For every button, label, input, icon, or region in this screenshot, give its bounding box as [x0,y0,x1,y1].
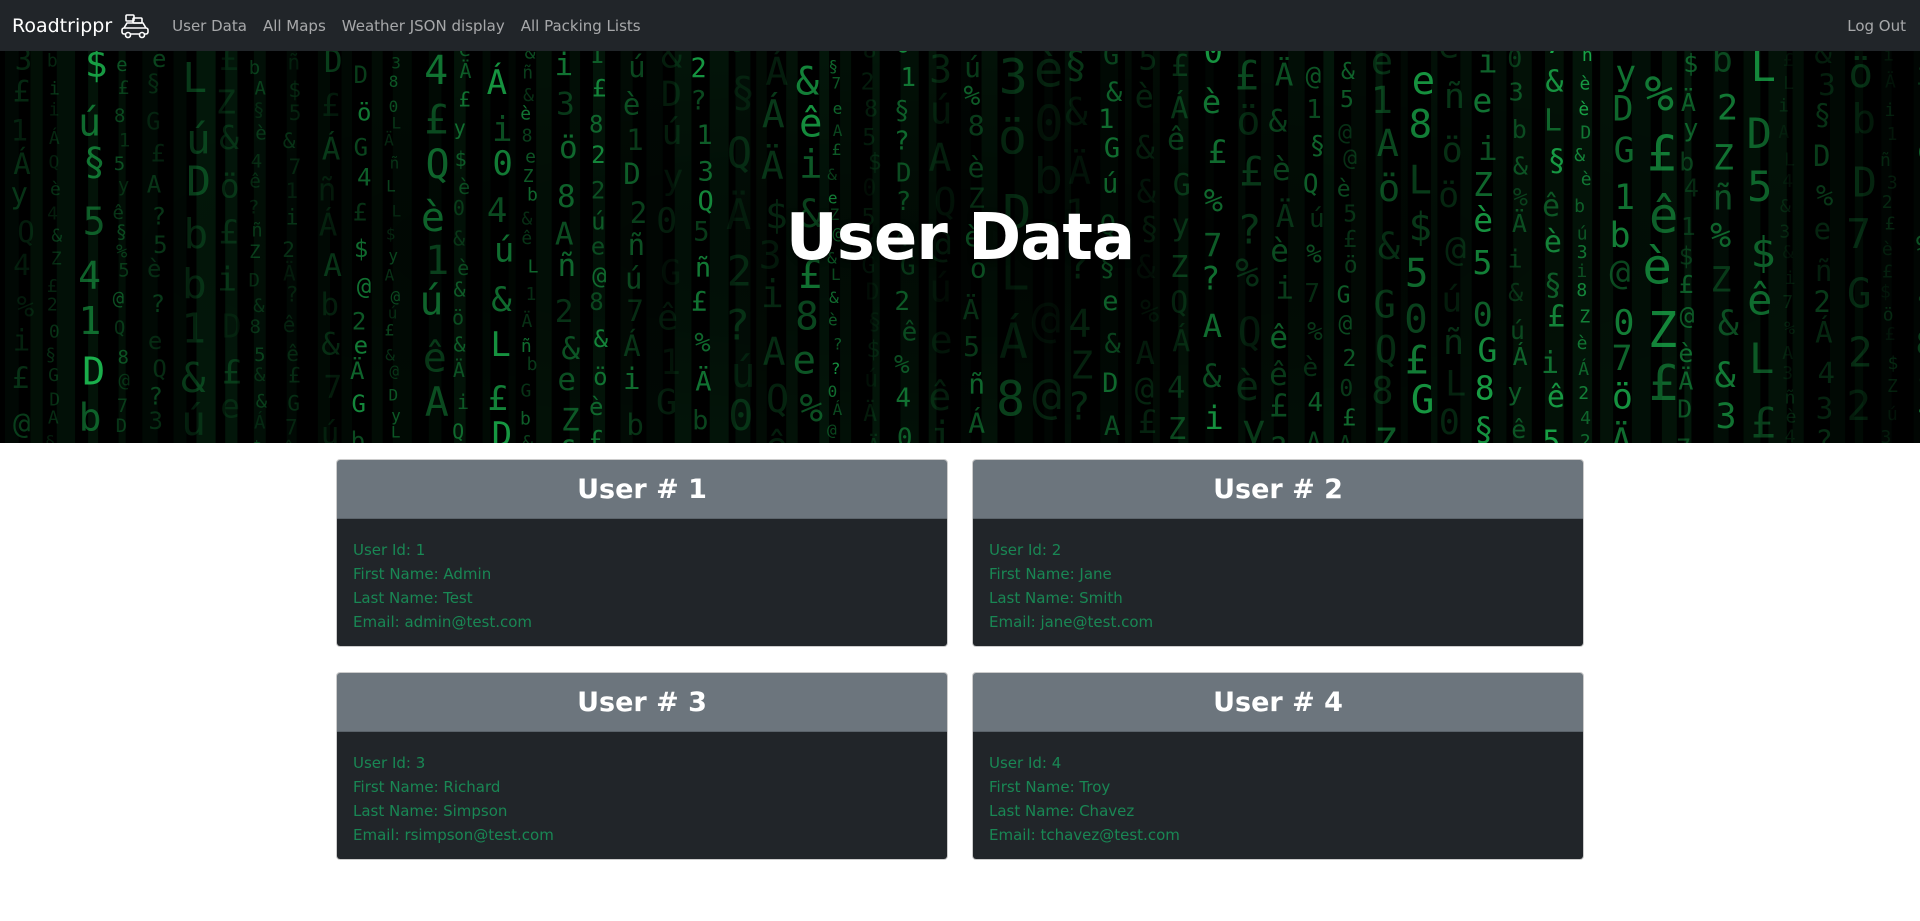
card-header: User # 2 [973,460,1583,519]
first-name-field: First Name: Admin [353,565,492,583]
first-name-field: First Name: Troy [989,778,1111,796]
email-field: Email: admin@test.com [353,613,533,631]
card-header: User # 3 [337,673,947,732]
user-card: User # 4 User Id: 4 First Name: Troy Las… [972,672,1584,860]
card-body: User Id: 1 First Name: Admin Last Name: … [337,519,947,646]
last-name-field: Last Name: Simpson [353,802,508,820]
first-name-field: First Name: Richard [353,778,501,796]
nav-user-data[interactable]: User Data [172,17,247,35]
user-card: User # 1 User Id: 1 First Name: Admin La… [336,459,948,647]
user-id-field: User Id: 2 [989,541,1062,559]
last-name-field: Last Name: Test [353,589,473,607]
user-card: User # 2 User Id: 2 First Name: Jane Las… [972,459,1584,647]
car-with-luggage-icon [121,13,149,38]
email-field: Email: tchavez@test.com [989,826,1180,844]
card-body: User Id: 4 First Name: Troy Last Name: C… [973,732,1583,859]
user-id-field: User Id: 4 [989,754,1062,772]
page-title: User Data [785,201,1135,275]
user-id-field: User Id: 3 [353,754,426,772]
card-body: User Id: 2 First Name: Jane Last Name: S… [973,519,1583,646]
top-navbar: Roadtrippr User Data All Maps Weather JS… [0,0,1920,51]
nav-links: User Data All Maps Weather JSON display … [172,17,640,35]
hero-banner: §3£1ÁyQ4%i£@?biiÁQè4&Z£20§GDA§3$ú§541Db@… [0,51,1920,443]
nav-all-packing-lists[interactable]: All Packing Lists [521,17,641,35]
nav-weather-json[interactable]: Weather JSON display [342,17,505,35]
last-name-field: Last Name: Chavez [989,802,1135,820]
user-id-field: User Id: 1 [353,541,426,559]
email-field: Email: jane@test.com [989,613,1154,631]
nav-right: Log Out [1847,16,1908,35]
logout-link[interactable]: Log Out [1847,17,1906,35]
card-header: User # 4 [973,673,1583,732]
card-header: User # 1 [337,460,947,519]
last-name-field: Last Name: Smith [989,589,1123,607]
card-body: User Id: 3 First Name: Richard Last Name… [337,732,947,859]
brand-name: Roadtrippr [12,14,113,37]
first-name-field: First Name: Jane [989,565,1112,583]
nav-all-maps[interactable]: All Maps [263,17,326,35]
email-field: Email: rsimpson@test.com [353,826,554,844]
brand-link[interactable]: Roadtrippr [12,12,150,40]
user-card: User # 3 User Id: 3 First Name: Richard … [336,672,948,860]
